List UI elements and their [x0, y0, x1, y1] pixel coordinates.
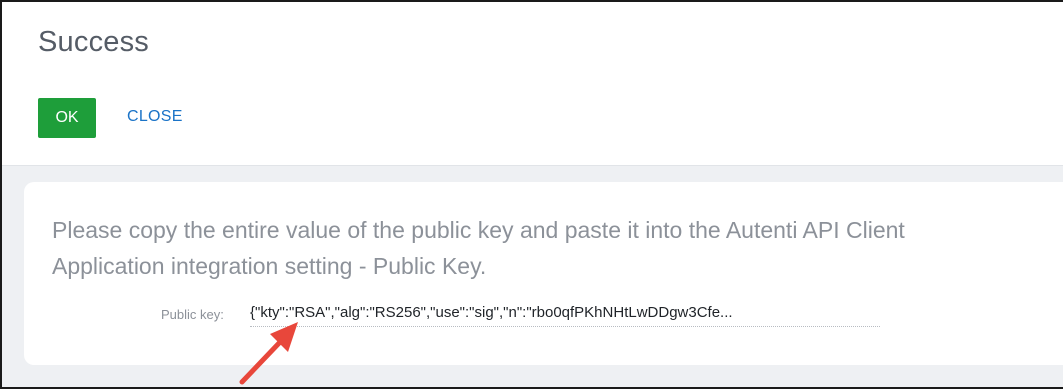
instruction-message: Please copy the entire value of the publ… [52, 217, 905, 279]
public-key-field[interactable]: {"kty":"RSA","alg":"RS256","use":"sig","… [250, 302, 880, 327]
content-card: Please copy the entire value of the publ… [24, 182, 1063, 365]
ok-button[interactable]: OK [38, 98, 96, 138]
dialog-header: Success OK CLOSE [2, 2, 1063, 166]
red-arrow-icon [239, 322, 298, 385]
public-key-label: Public key: [161, 307, 224, 322]
dialog-title: Success [38, 26, 149, 58]
close-button[interactable]: CLOSE [127, 108, 183, 126]
dialog-frame: Success OK CLOSE Please copy the entire … [0, 0, 1063, 389]
